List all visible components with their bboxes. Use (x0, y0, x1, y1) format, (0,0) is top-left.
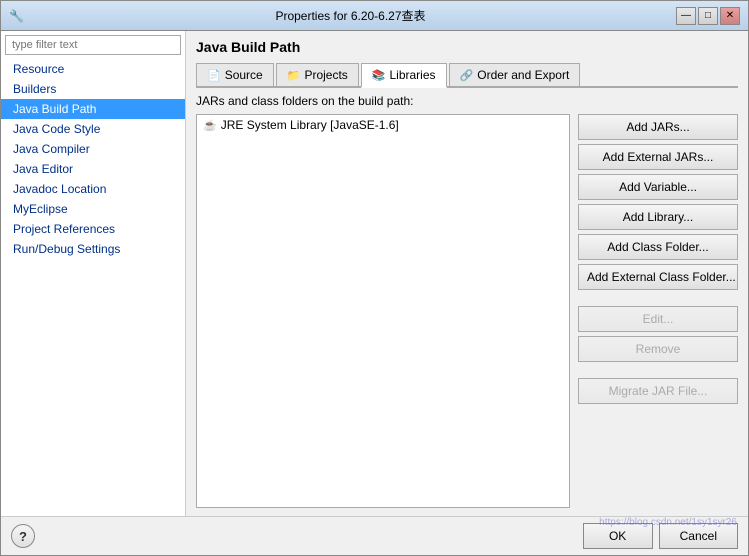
tab-libraries[interactable]: 📚 Libraries (361, 63, 447, 88)
main-window: 🔧 Properties for 6.20-6.27查表 — □ ✕ Resou… (0, 0, 749, 556)
sidebar-item-java-compiler[interactable]: Java Compiler (1, 139, 185, 159)
order and export-tab-label: Order and Export (477, 68, 569, 82)
order and export-tab-icon: 🔗 (460, 69, 474, 82)
ok-button[interactable]: OK (583, 523, 653, 549)
sidebar-item-java-code-style[interactable]: Java Code Style (1, 119, 185, 139)
library-area: ☕ JRE System Library [JavaSE-1.6] Add JAR… (196, 114, 738, 508)
source-tab-icon: 📄 (207, 69, 221, 82)
cancel-button[interactable]: Cancel (659, 523, 738, 549)
main-panel: Java Build Path 📄 Source 📁Projects 📚 Librari… (186, 31, 748, 516)
migrate-jar-file--button: Migrate JAR File... (578, 378, 738, 404)
footer-right: OK Cancel (583, 523, 738, 549)
button-spacer (578, 366, 738, 374)
add-class-folder--button[interactable]: Add Class Folder... (578, 234, 738, 260)
edit--button: Edit... (578, 306, 738, 332)
projects-tab-icon: 📁 (287, 69, 301, 82)
library-list[interactable]: ☕ JRE System Library [JavaSE-1.6] (196, 114, 570, 508)
title-bar: 🔧 Properties for 6.20-6.27查表 — □ ✕ (1, 1, 748, 31)
minimize-button[interactable]: — (676, 7, 696, 25)
remove-button: Remove (578, 336, 738, 362)
content-area: ResourceBuildersJava Build PathJava Code… (1, 31, 748, 516)
libraries-tab-label: Libraries (390, 68, 436, 82)
tab-projects[interactable]: 📁Projects (276, 63, 359, 86)
sidebar-item-myeclipse[interactable]: MyEclipse (1, 199, 185, 219)
add-external-class-folder--button[interactable]: Add External Class Folder... (578, 264, 738, 290)
sidebar-item-project-references[interactable]: Project References (1, 219, 185, 239)
sidebar-item-javadoc-location[interactable]: Javadoc Location (1, 179, 185, 199)
filter-input[interactable] (5, 35, 181, 55)
window-controls: — □ ✕ (676, 7, 740, 25)
sidebar-item-resource[interactable]: Resource (1, 59, 185, 79)
sidebar-item-builders[interactable]: Builders (1, 79, 185, 99)
window-title: Properties for 6.20-6.27查表 (25, 7, 676, 24)
tab-source[interactable]: 📄 Source (196, 63, 274, 86)
panel-title: Java Build Path (196, 39, 738, 55)
close-button[interactable]: ✕ (720, 7, 740, 25)
sidebar-item-java-build-path[interactable]: Java Build Path (1, 99, 185, 119)
add-variable--button[interactable]: Add Variable... (578, 174, 738, 200)
list-item[interactable]: ☕ JRE System Library [JavaSE-1.6] (197, 115, 569, 135)
section-description: JARs and class folders on the build path… (196, 94, 738, 108)
app-icon: 🔧 (9, 8, 25, 24)
source-tab-label: Source (225, 68, 263, 82)
projects-tab-label: Projects (304, 68, 347, 82)
library-item-label: JRE System Library [JavaSE-1.6] (221, 118, 399, 132)
nav-list: ResourceBuildersJava Build PathJava Code… (1, 59, 185, 516)
library-item-icon: ☕ (203, 119, 217, 132)
footer: ? OK Cancel (1, 516, 748, 555)
footer-left: ? (11, 524, 35, 548)
button-spacer (578, 294, 738, 302)
sidebar-item-run/debug-settings[interactable]: Run/Debug Settings (1, 239, 185, 259)
sidebar: ResourceBuildersJava Build PathJava Code… (1, 31, 186, 516)
add-external-jars--button[interactable]: Add External JARs... (578, 144, 738, 170)
libraries-tab-icon: 📚 (372, 69, 386, 82)
help-button[interactable]: ? (11, 524, 35, 548)
sidebar-item-java-editor[interactable]: Java Editor (1, 159, 185, 179)
maximize-button[interactable]: □ (698, 7, 718, 25)
add-library--button[interactable]: Add Library... (578, 204, 738, 230)
add-jars--button[interactable]: Add JARs... (578, 114, 738, 140)
buttons-panel: Add JARs... Add External JARs... Add Varia… (578, 114, 738, 508)
tabs-bar: 📄 Source 📁Projects 📚 Libraries 🔗Order and Exp… (196, 63, 738, 88)
tab-order-and-export[interactable]: 🔗Order and Export (449, 63, 581, 86)
